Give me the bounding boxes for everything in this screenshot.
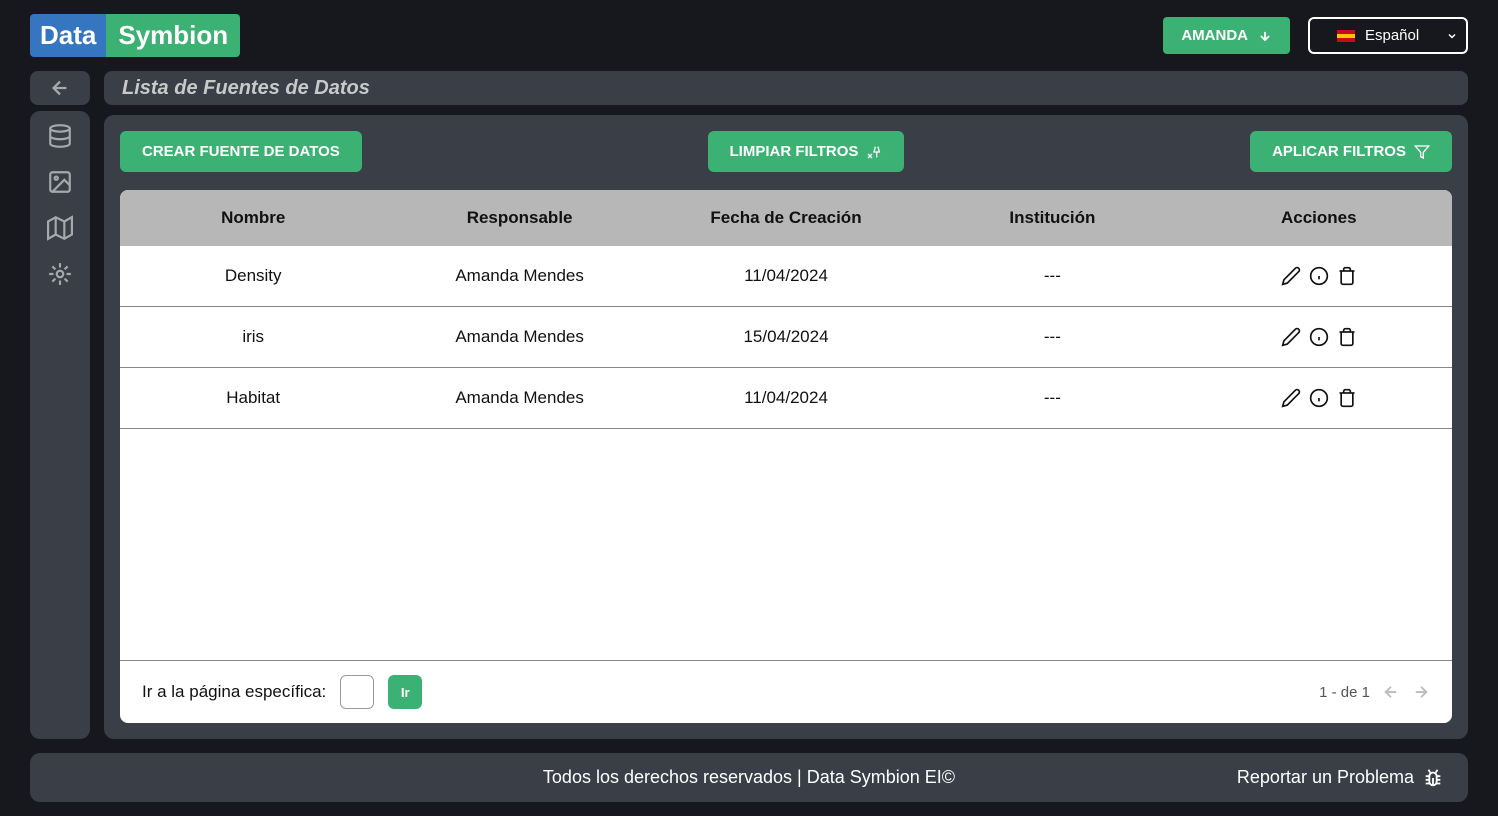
cell-fecha: 15/04/2024 bbox=[653, 327, 919, 347]
brain-circuit-icon bbox=[47, 261, 73, 287]
sidebar-item-brain[interactable] bbox=[47, 261, 73, 287]
report-problem-button[interactable]: Reportar un Problema bbox=[1237, 767, 1444, 789]
cell-institucion: --- bbox=[919, 388, 1185, 408]
logo-word-right: Symbion bbox=[106, 14, 240, 57]
logo-word-left: Data bbox=[30, 14, 106, 57]
sidebar-item-image[interactable] bbox=[47, 169, 73, 195]
sidebar-nav bbox=[30, 111, 90, 739]
user-name-label: AMANDA bbox=[1181, 27, 1248, 44]
cell-institucion: --- bbox=[919, 327, 1185, 347]
footer-copyright: Todos los derechos reservados | Data Sym… bbox=[543, 767, 955, 788]
col-header-nombre: Nombre bbox=[120, 208, 386, 228]
user-menu-button[interactable]: AMANDA bbox=[1163, 17, 1290, 54]
next-page-button[interactable] bbox=[1412, 683, 1430, 701]
table-row: Density Amanda Mendes 11/04/2024 --- bbox=[120, 246, 1452, 307]
delete-button[interactable] bbox=[1337, 327, 1357, 347]
cell-institucion: --- bbox=[919, 266, 1185, 286]
clear-filters-button[interactable]: LIMPIAR FILTROS bbox=[708, 131, 905, 172]
info-button[interactable] bbox=[1309, 388, 1329, 408]
info-icon bbox=[1309, 266, 1329, 286]
edit-button[interactable] bbox=[1281, 266, 1301, 286]
info-icon bbox=[1309, 388, 1329, 408]
cell-nombre: Density bbox=[120, 266, 386, 286]
map-icon bbox=[47, 215, 73, 241]
pencil-icon bbox=[1281, 266, 1301, 286]
cell-fecha: 11/04/2024 bbox=[653, 266, 919, 286]
col-header-acciones: Acciones bbox=[1186, 208, 1452, 228]
col-header-fecha: Fecha de Creación bbox=[653, 208, 919, 228]
sidebar-item-database[interactable] bbox=[47, 123, 73, 149]
image-icon bbox=[47, 169, 73, 195]
page-title-bar: Lista de Fuentes de Datos bbox=[104, 71, 1468, 105]
cell-acciones bbox=[1186, 266, 1452, 286]
delete-button[interactable] bbox=[1337, 388, 1357, 408]
cell-nombre: Habitat bbox=[120, 388, 386, 408]
spain-flag-icon bbox=[1337, 30, 1355, 42]
cell-responsable: Amanda Mendes bbox=[386, 388, 652, 408]
bug-icon bbox=[1422, 767, 1444, 789]
cell-responsable: Amanda Mendes bbox=[386, 266, 652, 286]
col-header-institucion: Institución bbox=[919, 208, 1185, 228]
page-number-input[interactable] bbox=[340, 675, 374, 709]
page-info: 1 - de 1 bbox=[1319, 684, 1370, 701]
chevron-down-icon bbox=[1258, 29, 1272, 43]
language-select[interactable]: Español bbox=[1308, 17, 1468, 54]
edit-button[interactable] bbox=[1281, 388, 1301, 408]
table-header-row: Nombre Responsable Fecha de Creación Ins… bbox=[120, 190, 1452, 246]
clear-filter-icon bbox=[866, 144, 882, 160]
arrow-left-icon bbox=[49, 77, 71, 99]
delete-button[interactable] bbox=[1337, 266, 1357, 286]
database-icon bbox=[47, 123, 73, 149]
pencil-icon bbox=[1281, 388, 1301, 408]
filter-icon bbox=[1414, 144, 1430, 160]
info-icon bbox=[1309, 327, 1329, 347]
info-button[interactable] bbox=[1309, 266, 1329, 286]
cell-acciones bbox=[1186, 388, 1452, 408]
cell-responsable: Amanda Mendes bbox=[386, 327, 652, 347]
cell-acciones bbox=[1186, 327, 1452, 347]
apply-filters-button[interactable]: APLICAR FILTROS bbox=[1250, 131, 1452, 172]
trash-icon bbox=[1337, 388, 1357, 408]
cell-fecha: 11/04/2024 bbox=[653, 388, 919, 408]
back-button[interactable] bbox=[30, 71, 90, 105]
info-button[interactable] bbox=[1309, 327, 1329, 347]
arrow-right-icon bbox=[1412, 683, 1430, 701]
report-label: Reportar un Problema bbox=[1237, 767, 1414, 788]
trash-icon bbox=[1337, 327, 1357, 347]
page-title: Lista de Fuentes de Datos bbox=[122, 77, 370, 100]
pencil-icon bbox=[1281, 327, 1301, 347]
goto-page-label: Ir a la página específica: bbox=[142, 682, 326, 702]
table-row: iris Amanda Mendes 15/04/2024 --- bbox=[120, 307, 1452, 368]
trash-icon bbox=[1337, 266, 1357, 286]
cell-nombre: iris bbox=[120, 327, 386, 347]
sidebar-item-map[interactable] bbox=[47, 215, 73, 241]
go-page-button[interactable]: Ir bbox=[388, 675, 422, 709]
arrow-left-icon bbox=[1382, 683, 1400, 701]
page-footer: Todos los derechos reservados | Data Sym… bbox=[30, 753, 1468, 802]
col-header-responsable: Responsable bbox=[386, 208, 652, 228]
prev-page-button[interactable] bbox=[1382, 683, 1400, 701]
create-datasource-button[interactable]: CREAR FUENTE DE DATOS bbox=[120, 131, 362, 172]
edit-button[interactable] bbox=[1281, 327, 1301, 347]
app-logo[interactable]: Data Symbion bbox=[30, 14, 240, 57]
language-label: Español bbox=[1365, 27, 1419, 44]
table-row: Habitat Amanda Mendes 11/04/2024 --- bbox=[120, 368, 1452, 429]
